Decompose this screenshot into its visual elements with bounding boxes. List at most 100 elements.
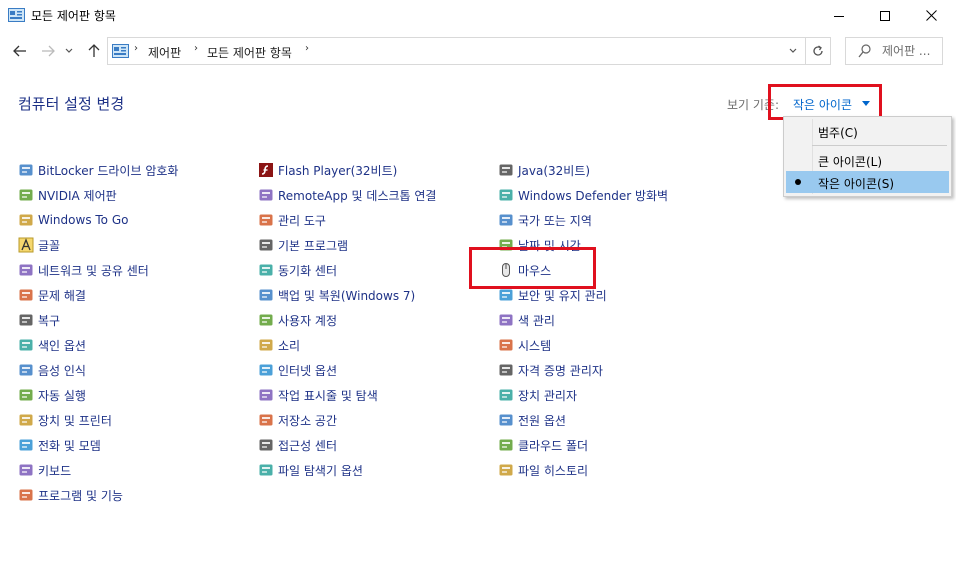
control-panel-item-phone-modem[interactable]: 전화 및 모뎀 [18, 435, 101, 455]
control-panel-item-windows-to-go[interactable]: Windows To Go [18, 210, 128, 230]
control-panel-item-programs[interactable]: 프로그램 및 기능 [18, 485, 123, 505]
control-panel-item-remoteapp[interactable]: RemoteApp 및 데스크톱 연결 [258, 185, 436, 205]
admin-tools-icon [259, 214, 273, 226]
item-label: 네트워크 및 공유 센터 [38, 263, 149, 278]
recent-locations-button[interactable] [62, 40, 76, 62]
devices-printers-icon [19, 414, 33, 426]
control-panel-item-recovery[interactable]: 복구 [18, 310, 60, 330]
item-label: 파일 탐색기 옵션 [278, 463, 363, 478]
control-panel-item-default-programs[interactable]: 기본 프로그램 [258, 235, 348, 255]
item-label: 국가 또는 지역 [518, 213, 592, 228]
security-maintenance-icon [499, 289, 513, 301]
keyboard-icon [19, 464, 33, 476]
control-panel-item-admin-tools[interactable]: 관리 도구 [258, 210, 326, 230]
address-bar[interactable]: › 제어판 › 모든 제어판 항목 › [107, 37, 831, 65]
control-panel-item-ease-of-access[interactable]: 접근성 센터 [258, 435, 337, 455]
control-panel-icon [112, 44, 129, 58]
forward-button[interactable] [37, 40, 59, 62]
menu-separator [812, 145, 947, 146]
maximize-button[interactable] [862, 0, 908, 31]
nvidia-icon [19, 189, 33, 201]
control-panel-item-indexing[interactable]: 색인 옵션 [18, 335, 86, 355]
control-panel-item-speech[interactable]: 음성 인식 [18, 360, 86, 380]
menu-item-small-icons[interactable]: 작은 아이콘(S) [786, 171, 949, 193]
control-panel-item-work-folders[interactable]: 클라우드 폴더 [498, 435, 588, 455]
control-panel-item-power-options[interactable]: 전원 옵션 [498, 410, 566, 430]
address-dropdown-button[interactable] [781, 38, 805, 64]
item-label: 클라우드 폴더 [518, 438, 589, 453]
up-button[interactable] [83, 40, 105, 62]
minimize-icon [834, 15, 844, 17]
item-label: RemoteApp 및 데스크톱 연결 [278, 188, 437, 203]
breadcrumb-separator-icon[interactable]: › [305, 43, 309, 54]
firewall-icon [499, 189, 513, 201]
search-input[interactable] [882, 42, 942, 60]
item-label: 글꼴 [38, 238, 61, 253]
control-panel-item-color-management[interactable]: 색 관리 [498, 310, 555, 330]
page-title: 컴퓨터 설정 변경 [18, 95, 125, 113]
control-panel-item-bitlocker[interactable]: BitLocker 드라이브 암호화 [18, 160, 178, 180]
control-panel-item-sound[interactable]: 소리 [258, 335, 300, 355]
item-label: 색인 옵션 [38, 338, 86, 353]
menu-item-large-icons[interactable]: 큰 아이콘(L) [786, 149, 949, 171]
speech-icon [19, 364, 33, 376]
highlight-box-view-by [768, 84, 882, 120]
window-title: 모든 제어판 항목 [31, 9, 116, 23]
item-label: 보안 및 유지 관리 [518, 288, 607, 303]
minimize-button[interactable] [816, 0, 862, 31]
programs-icon [19, 489, 33, 501]
control-panel-item-internet-options[interactable]: 인터넷 옵션 [258, 360, 337, 380]
file-history-icon [499, 464, 513, 476]
control-panel-item-nvidia[interactable]: NVIDIA 제어판 [18, 185, 117, 205]
refresh-button[interactable] [805, 38, 830, 64]
control-panel-item-device-manager[interactable]: 장치 관리자 [498, 385, 577, 405]
control-panel-item-devices-printers[interactable]: 장치 및 프린터 [18, 410, 112, 430]
control-panel-item-system[interactable]: 시스템 [498, 335, 551, 355]
breadcrumb-all-items[interactable]: 모든 제어판 항목 [207, 44, 292, 61]
control-panel-item-backup[interactable]: 백업 및 복원(Windows 7) [258, 285, 415, 305]
power-options-icon [499, 414, 513, 426]
control-panel-item-file-history[interactable]: 파일 히스토리 [498, 460, 588, 480]
control-panel-item-sync-center[interactable]: 동기화 센터 [258, 260, 337, 280]
item-label: 장치 및 프린터 [38, 413, 112, 428]
flash-icon [259, 163, 273, 177]
file-explorer-options-icon [259, 464, 273, 476]
control-panel-item-troubleshoot[interactable]: 문제 해결 [18, 285, 86, 305]
maximize-icon [880, 10, 890, 21]
control-panel-item-user-accounts[interactable]: 사용자 계정 [258, 310, 337, 330]
remoteapp-icon [259, 189, 273, 201]
control-panel-item-flash[interactable]: Flash Player(32비트) [258, 160, 397, 180]
arrow-left-icon [13, 45, 26, 57]
default-programs-icon [259, 239, 273, 251]
region-icon [499, 214, 513, 226]
menu-item-category[interactable]: 범주(C) [786, 120, 949, 142]
control-panel-item-region[interactable]: 국가 또는 지역 [498, 210, 592, 230]
control-panel-item-java[interactable]: Java(32비트) [498, 160, 590, 180]
arrow-right-icon [42, 45, 55, 57]
back-button[interactable] [9, 40, 31, 62]
internet-options-icon [259, 364, 273, 376]
control-panel-item-file-explorer-options[interactable]: 파일 탐색기 옵션 [258, 460, 363, 480]
ease-of-access-icon [259, 439, 273, 451]
control-panel-item-fonts[interactable]: 글꼴 [18, 235, 60, 255]
breadcrumb-control-panel[interactable]: 제어판 [148, 44, 181, 61]
item-label: 접근성 센터 [278, 438, 338, 453]
item-label: Flash Player(32비트) [278, 163, 398, 178]
item-label: 장치 관리자 [518, 388, 578, 403]
control-panel-item-credential-manager[interactable]: 자격 증명 관리자 [498, 360, 603, 380]
user-accounts-icon [259, 314, 273, 326]
control-panel-item-network[interactable]: 네트워크 및 공유 센터 [18, 260, 149, 280]
close-button[interactable] [908, 0, 954, 31]
control-panel-item-keyboard[interactable]: 키보드 [18, 460, 71, 480]
breadcrumb-separator-icon[interactable]: › [194, 43, 198, 54]
search-box[interactable] [845, 37, 943, 65]
view-by-menu: 범주(C) 큰 아이콘(L) 작은 아이콘(S) [783, 116, 952, 197]
control-panel-item-storage-spaces[interactable]: 저장소 공간 [258, 410, 337, 430]
item-label: 전원 옵션 [518, 413, 566, 428]
control-panel-item-taskbar[interactable]: 작업 표시줄 및 탐색 [258, 385, 378, 405]
breadcrumb-separator-icon[interactable]: › [134, 43, 138, 54]
chevron-down-icon [789, 48, 797, 53]
control-panel-item-firewall[interactable]: Windows Defender 방화벽 [498, 185, 668, 205]
item-label: 작업 표시줄 및 탐색 [278, 388, 378, 403]
control-panel-item-autoplay[interactable]: 자동 실행 [18, 385, 86, 405]
